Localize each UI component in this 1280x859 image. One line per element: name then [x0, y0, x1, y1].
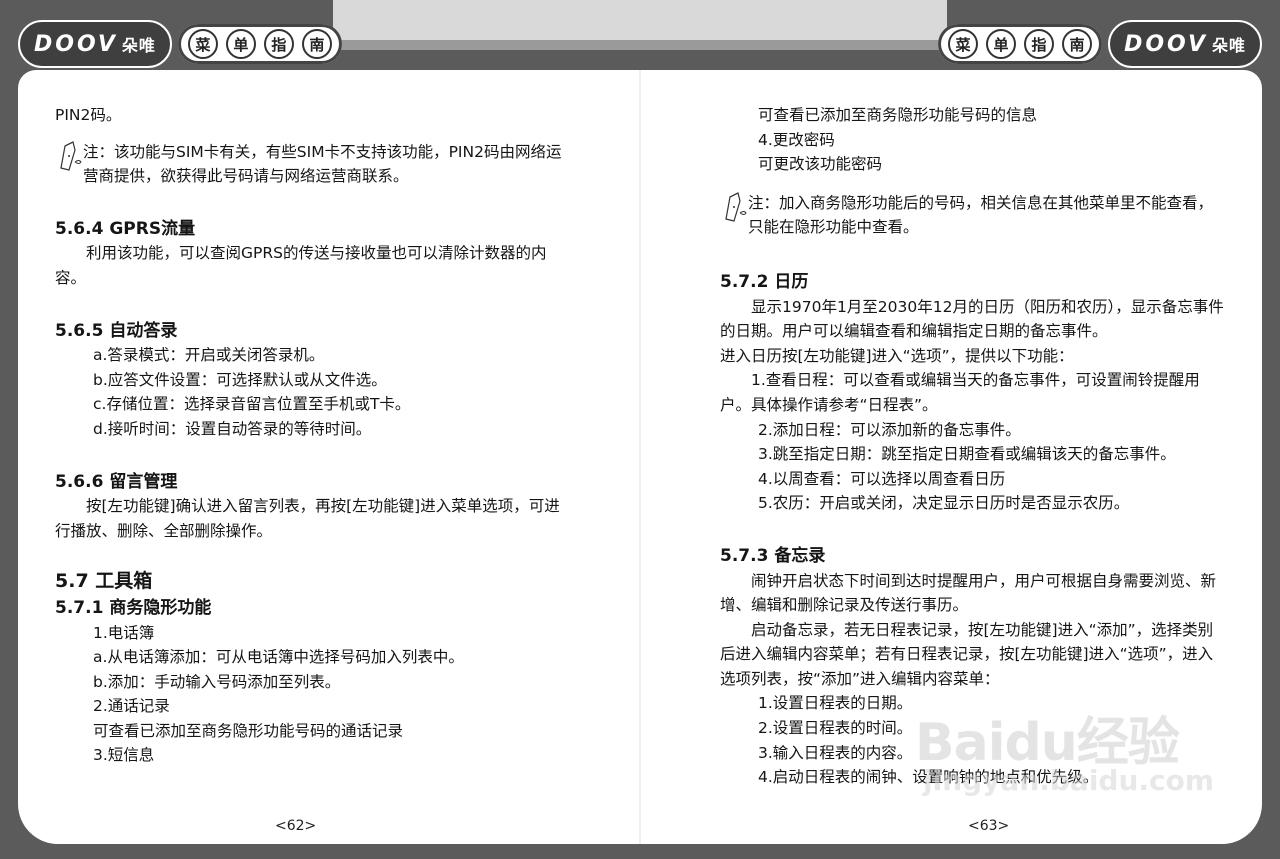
note-text: 注：加入商务隐形功能后的号码，相关信息在其他菜单里不能查看，只能在隐形功能中查看… — [748, 193, 1214, 237]
menu-char: 南 — [1062, 29, 1093, 59]
brand-logo: DOOV 朵唯 — [1108, 20, 1262, 68]
list-item: b.应答文件设置：可选择默认或从文件选。 — [93, 370, 387, 389]
menu-guide-badge: 菜 单 指 南 — [177, 24, 342, 64]
list-item: 3.输入日程表的内容。 — [758, 743, 913, 762]
brand-cn: 朵唯 — [121, 36, 156, 55]
top-gap-shadow — [340, 40, 940, 50]
list-item: 4.更改密码 — [758, 130, 835, 149]
list-item: 可查看已添加至商务隐形功能号码的通话记录 — [93, 721, 404, 740]
text-line: PIN2码。 — [55, 106, 122, 124]
list-item: 2.添加日程：可以添加新的备忘事件。 — [758, 420, 1021, 439]
list-item: a.从电话簿添加：可从电话簿中选择号码加入列表中。 — [93, 648, 464, 667]
menu-guide-badge: 菜 单 指 南 — [938, 24, 1103, 64]
left-header: DOOV 朵唯 菜 单 指 南 — [18, 18, 342, 70]
pencil-note-icon — [60, 140, 82, 171]
section-title-57: 5.7 工具箱 — [55, 570, 153, 593]
section-body-572b: 进入日历按[左功能键]进入“选项”，提供以下功能： — [720, 346, 1074, 365]
list-item: 1.查看日程：可以查看或编辑当天的备忘事件，可设置闹铃提醒用户。具体操作请参考“… — [720, 371, 1200, 414]
section-title-572: 5.7.2 日历 — [720, 271, 809, 292]
section-body-573b: 启动备忘录，若无日程表记录，按[左功能键]进入“添加”，选择类别后进入编辑内容菜… — [720, 620, 1214, 688]
page-number-left: <62> — [275, 818, 317, 834]
list-item: 5.农历：开启或关闭，决定显示日历时是否显示农历。 — [758, 494, 1130, 513]
list-item: 4.以周查看：可以选择以周查看日历 — [758, 469, 1006, 488]
note-text: 注：该功能与SIM卡有关，有些SIM卡不支持该功能，PIN2码由网络运营商提供，… — [83, 142, 562, 186]
page-divider — [639, 70, 641, 844]
note-block: 注：该功能与SIM卡有关，有些SIM卡不支持该功能，PIN2码由网络运营商提供，… — [55, 140, 565, 189]
left-content: PIN2码。 注：该功能与SIM卡有关，有些SIM卡不支持该功能，PIN2码由网… — [55, 103, 565, 768]
list-item: 1.设置日程表的日期。 — [758, 694, 913, 713]
section-title-566: 5.6.6 留言管理 — [55, 471, 178, 492]
menu-char: 南 — [301, 29, 332, 59]
section-body-572: 显示1970年1月至2030年12月的日历（阳历和农历），显示备忘事件的日期。用… — [720, 297, 1224, 341]
list-item: 可查看已添加至商务隐形功能号码的信息 — [758, 106, 1038, 124]
list-item: a.答录模式：开启或关闭答录机。 — [93, 346, 325, 365]
section-title-571: 5.7.1 商务隐形功能 — [55, 597, 212, 618]
list-item: 可更改该功能密码 — [758, 155, 883, 174]
menu-char: 单 — [225, 29, 256, 59]
list-item: 3.跳至指定日期：跳至指定日期查看或编辑该天的备忘事件。 — [758, 445, 1176, 464]
list-item: 2.通话记录 — [93, 697, 170, 716]
brand-latin: DOOV — [1124, 31, 1208, 57]
right-header: 菜 单 指 南 DOOV 朵唯 — [938, 18, 1262, 70]
menu-char: 指 — [1024, 29, 1055, 59]
note-block: 注：加入商务隐形功能后的号码，相关信息在其他菜单里不能查看，只能在隐形功能中查看… — [720, 191, 1225, 240]
list-item: 3.短信息 — [93, 746, 155, 765]
list-item: 4.启动日程表的闹钟、设置响钟的地点和优先级。 — [758, 768, 1099, 787]
list-item: b.添加：手动输入号码添加至列表。 — [93, 672, 341, 691]
section-title-564: 5.6.4 GPRS流量 — [55, 218, 196, 239]
brand-latin: DOOV — [34, 31, 118, 57]
list-item: d.接听时间：设置自动答录的等待时间。 — [93, 419, 372, 438]
section-body-566: 按[左功能键]确认进入留言列表，再按[左功能键]进入菜单选项，可进行播放、删除、… — [55, 497, 560, 540]
section-body-573: 闹钟开启状态下时间到达时提醒用户，用户可根据自身需要浏览、新增、编辑和删除记录及… — [720, 571, 1217, 615]
list-item: c.存储位置：选择录音留言位置至手机或T卡。 — [93, 395, 411, 414]
brand-logo: DOOV 朵唯 — [18, 20, 172, 68]
menu-char: 菜 — [948, 29, 979, 59]
section-body-564: 利用该功能，可以查阅GPRS的传送与接收量也可以清除计数器的内容。 — [55, 244, 547, 287]
brand-cn: 朵唯 — [1211, 36, 1246, 55]
section-title-573: 5.7.3 备忘录 — [720, 545, 826, 566]
right-content: 可查看已添加至商务隐形功能号码的信息 4.更改密码 可更改该功能密码 注：加入商… — [720, 103, 1225, 790]
pencil-note-icon — [725, 191, 747, 222]
menu-char: 单 — [986, 29, 1017, 59]
section-title-565: 5.6.5 自动答录 — [55, 320, 178, 341]
list-item: 1.电话簿 — [93, 623, 155, 642]
menu-char: 指 — [263, 29, 294, 59]
list-item: 2.设置日程表的时间。 — [758, 719, 913, 738]
page-number-right: <63> — [968, 818, 1010, 834]
menu-char: 菜 — [187, 29, 218, 59]
